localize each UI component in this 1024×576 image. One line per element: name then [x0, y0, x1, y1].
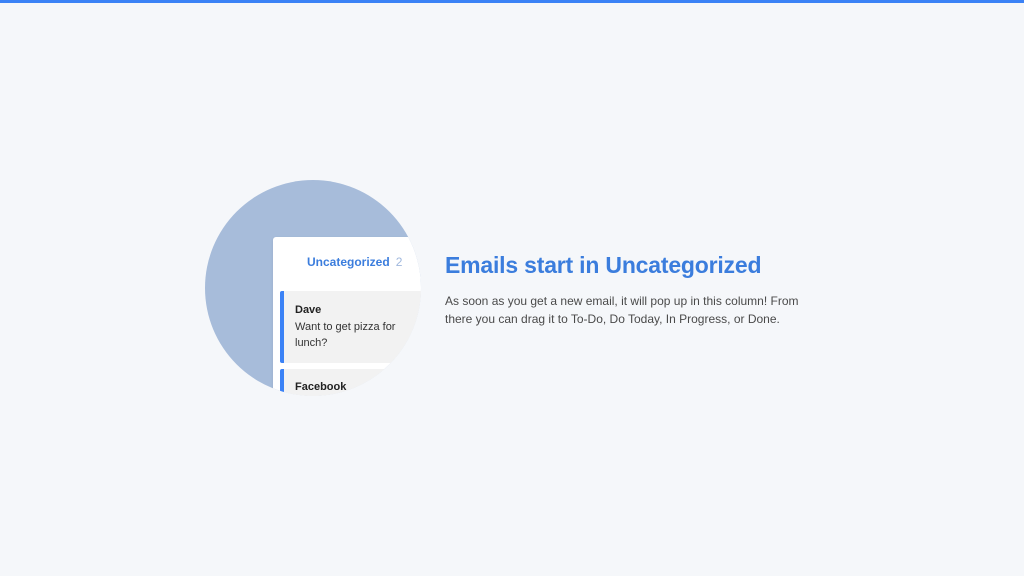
email-sender: Dave	[295, 304, 322, 316]
onboarding-heading: Emails start in Uncategorized	[445, 252, 762, 278]
onboarding-description: As soon as you get a new email, it will …	[445, 294, 799, 326]
column-header: Uncategorized 2	[307, 255, 402, 269]
column-title: Uncategorized	[307, 255, 390, 269]
email-card: Facebook	[280, 369, 421, 396]
email-preview: Want to get pizza for lunch?	[295, 321, 396, 349]
column-panel-preview: Uncategorized 2 Dave Want to get pizza fo…	[273, 237, 421, 396]
column-count: 2	[395, 255, 403, 269]
illustration-circle: Uncategorized 2 Dave Want to get pizza fo…	[205, 180, 421, 396]
email-sender: Facebook	[295, 381, 347, 393]
top-accent-bar	[0, 0, 1024, 3]
email-card: Dave Want to get pizza for lunch?	[280, 291, 421, 363]
